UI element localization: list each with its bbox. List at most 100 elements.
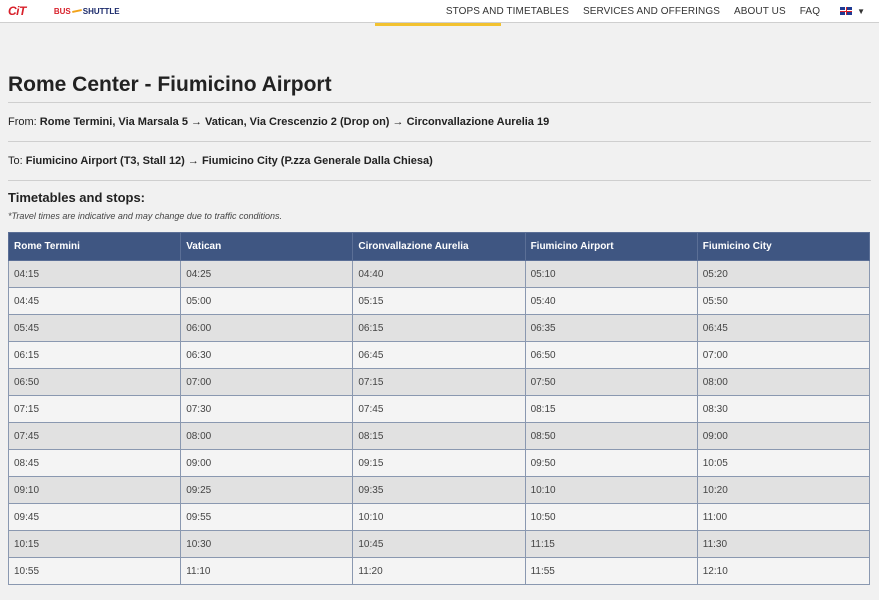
table-cell: 09:50 bbox=[524, 449, 698, 477]
table-cell: 11:00 bbox=[696, 503, 871, 531]
table-cell: 06:50 bbox=[524, 341, 698, 369]
column-header: Cironvallazione Aurelia bbox=[352, 232, 526, 261]
chevron-down-icon: ▼ bbox=[857, 6, 865, 16]
table-cell: 05:15 bbox=[352, 287, 526, 315]
table-row: 05:45 06:00 06:15 06:35 06:45 bbox=[7, 314, 871, 342]
table-cell: 07:00 bbox=[696, 341, 871, 369]
table-cell: 08:50 bbox=[524, 422, 698, 450]
timetable-table: Rome Termini Vatican Cironvallazione Aur… bbox=[7, 232, 871, 585]
table-cell: 08:15 bbox=[524, 395, 698, 423]
column-header: Vatican bbox=[180, 232, 354, 261]
table-cell: 06:00 bbox=[180, 314, 354, 342]
table-cell: 04:45 bbox=[7, 287, 182, 315]
nav-faq[interactable]: FAQ bbox=[800, 6, 820, 17]
bus-logo-text: BUS bbox=[53, 6, 71, 16]
table-cell: 10:10 bbox=[352, 503, 526, 531]
table-cell: 08:15 bbox=[352, 422, 526, 450]
timetables-heading: Timetables and stops: bbox=[8, 190, 146, 205]
table-cell: 09:25 bbox=[180, 476, 354, 504]
table-cell: 05:50 bbox=[696, 287, 871, 315]
table-cell: 08:00 bbox=[696, 368, 871, 396]
table-cell: 09:00 bbox=[180, 449, 354, 477]
top-navbar: CiT BUS SHUTTLE STOPS AND TIMETABLES SER… bbox=[0, 0, 879, 26]
table-cell: 10:05 bbox=[696, 449, 871, 477]
table-cell: 07:45 bbox=[7, 422, 182, 450]
table-cell: 08:45 bbox=[7, 449, 182, 477]
table-cell: 07:00 bbox=[180, 368, 354, 396]
table-header-row: Rome Termini Vatican Cironvallazione Aur… bbox=[7, 232, 871, 261]
table-cell: 06:50 bbox=[7, 368, 182, 396]
from-value: Rome Termini, Via Marsala 5 → Vatican, V… bbox=[39, 116, 550, 128]
nav-services-and-offerings[interactable]: SERVICES AND OFFERINGS bbox=[583, 6, 720, 17]
table-cell: 06:45 bbox=[696, 314, 871, 342]
table-row: 07:15 07:30 07:45 08:15 08:30 bbox=[7, 395, 871, 423]
table-cell: 09:35 bbox=[352, 476, 526, 504]
table-row: 04:45 05:00 05:15 05:40 05:50 bbox=[7, 287, 871, 315]
table-cell: 10:55 bbox=[7, 557, 182, 585]
table-row: 07:45 08:00 08:15 08:50 09:00 bbox=[7, 422, 871, 450]
table-row: 08:45 09:00 09:15 09:50 10:05 bbox=[7, 449, 871, 477]
uk-flag-icon bbox=[840, 7, 853, 15]
table-row: 04:15 04:25 04:40 05:10 05:20 bbox=[7, 260, 871, 288]
travel-time-note: *Travel times are indicative and may cha… bbox=[8, 211, 282, 221]
table-row: 09:10 09:25 09:35 10:10 10:20 bbox=[7, 476, 871, 504]
route-from: From: Rome Termini, Via Marsala 5 → Vati… bbox=[8, 103, 871, 141]
table-cell: 10:45 bbox=[352, 530, 526, 558]
table-cell: 10:50 bbox=[524, 503, 698, 531]
table-cell: 05:00 bbox=[180, 287, 354, 315]
swoosh-icon bbox=[71, 8, 82, 14]
page-title: Rome Center - Fiumicino Airport bbox=[8, 73, 332, 96]
table-cell: 10:15 bbox=[7, 530, 182, 558]
from-label: From: bbox=[8, 116, 40, 128]
table-cell: 05:45 bbox=[7, 314, 182, 342]
table-cell: 09:10 bbox=[7, 476, 182, 504]
table-cell: 11:15 bbox=[524, 530, 698, 558]
to-label: To: bbox=[8, 155, 26, 167]
table-row: 10:15 10:30 10:45 11:15 11:30 bbox=[7, 530, 871, 558]
column-header: Fiumicino Airport bbox=[524, 232, 698, 261]
table-cell: 04:25 bbox=[180, 260, 354, 288]
table-cell: 11:20 bbox=[352, 557, 526, 585]
table-cell: 05:10 bbox=[524, 260, 698, 288]
table-cell: 06:45 bbox=[352, 341, 526, 369]
column-header: Fiumicino City bbox=[696, 232, 871, 261]
table-cell: 08:00 bbox=[180, 422, 354, 450]
main-content: Rome Center - Fiumicino Airport From: Ro… bbox=[0, 23, 879, 585]
table-cell: 09:00 bbox=[696, 422, 871, 450]
nav-about-us[interactable]: ABOUT US bbox=[734, 6, 786, 17]
table-cell: 07:15 bbox=[7, 395, 182, 423]
table-cell: 07:50 bbox=[524, 368, 698, 396]
timetable-body: 04:15 04:25 04:40 05:10 05:20 04:45 05:00 05:15… bbox=[7, 260, 871, 585]
table-cell: 04:40 bbox=[352, 260, 526, 288]
site-logo[interactable]: CiT BUS SHUTTLE bbox=[8, 0, 120, 22]
language-selector[interactable]: ▼ bbox=[840, 7, 865, 16]
table-row: 06:15 06:30 06:45 06:50 07:00 bbox=[7, 341, 871, 369]
table-cell: 06:35 bbox=[524, 314, 698, 342]
table-cell: 10:20 bbox=[696, 476, 871, 504]
table-cell: 12:10 bbox=[696, 557, 871, 585]
table-row: 10:55 11:10 11:20 11:55 12:10 bbox=[7, 557, 871, 585]
shuttle-logo-text: SHUTTLE bbox=[82, 6, 120, 16]
nav-stops-and-timetables[interactable]: STOPS AND TIMETABLES bbox=[446, 6, 569, 17]
table-cell: 06:15 bbox=[7, 341, 182, 369]
to-value: Fiumicino Airport (T3, Stall 12) → Fiumi… bbox=[25, 155, 433, 167]
table-row: 06:50 07:00 07:15 07:50 08:00 bbox=[7, 368, 871, 396]
table-cell: 05:40 bbox=[524, 287, 698, 315]
table-cell: 09:55 bbox=[180, 503, 354, 531]
table-cell: 09:15 bbox=[352, 449, 526, 477]
table-row: 09:45 09:55 10:10 10:50 11:00 bbox=[7, 503, 871, 531]
table-cell: 09:45 bbox=[7, 503, 182, 531]
table-cell: 05:20 bbox=[696, 260, 871, 288]
table-cell: 07:30 bbox=[180, 395, 354, 423]
table-cell: 06:30 bbox=[180, 341, 354, 369]
active-nav-indicator bbox=[375, 23, 501, 26]
table-cell: 10:10 bbox=[524, 476, 698, 504]
table-cell: 11:55 bbox=[524, 557, 698, 585]
route-to: To: Fiumicino Airport (T3, Stall 12) → F… bbox=[8, 142, 871, 180]
table-cell: 11:10 bbox=[180, 557, 354, 585]
table-cell: 07:45 bbox=[352, 395, 526, 423]
column-header: Rome Termini bbox=[7, 232, 182, 261]
table-cell: 10:30 bbox=[180, 530, 354, 558]
table-cell: 06:15 bbox=[352, 314, 526, 342]
table-cell: 11:30 bbox=[696, 530, 871, 558]
